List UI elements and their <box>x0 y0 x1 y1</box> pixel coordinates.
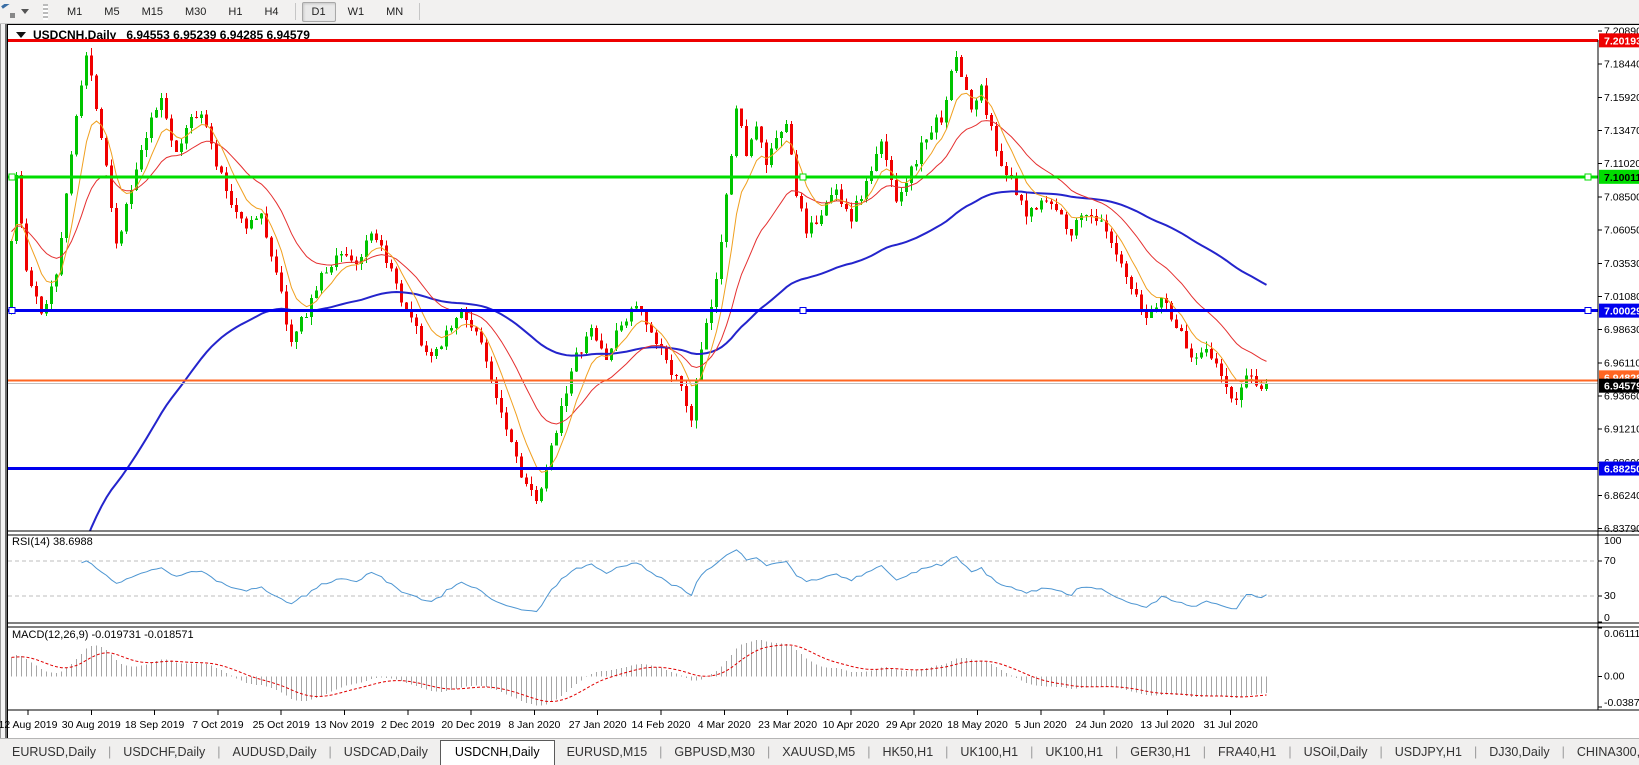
tab-usdjpy-h1[interactable]: USDJPY,H1 <box>1383 741 1474 765</box>
rsi-indicator-label: RSI(14) 38.6988 <box>12 536 93 548</box>
date-label: 5 Jun 2020 <box>1015 719 1067 731</box>
date-label: 2 Dec 2019 <box>381 719 435 731</box>
date-label: 13 Jul 2020 <box>1140 719 1194 731</box>
date-label: 31 Jul 2020 <box>1204 719 1258 731</box>
rsi-line <box>81 549 1267 613</box>
price-tick-label: 6.83790 <box>1604 523 1639 535</box>
price-tick-label: 6.96110 <box>1604 358 1639 370</box>
price-axis[interactable]: 7.208907.184407.159207.134707.110207.085… <box>1598 26 1639 535</box>
macd-signal-line <box>11 644 1267 702</box>
level-handle[interactable] <box>799 307 807 315</box>
price-tick-label: 7.01080 <box>1604 291 1639 303</box>
macd-panel[interactable]: 0.061119 0.00 -0.038777 <box>11 627 1639 709</box>
date-label: 7 Oct 2019 <box>192 719 244 731</box>
level-handle[interactable] <box>1584 173 1592 181</box>
date-label: 20 Dec 2019 <box>441 719 501 731</box>
svg-text:6.94579: 6.94579 <box>1604 381 1639 393</box>
date-label: 4 Mar 2020 <box>698 719 751 731</box>
date-label: 25 Oct 2019 <box>253 719 310 731</box>
tab-usdcad-daily[interactable]: USDCAD,Daily <box>332 741 440 765</box>
tab-audusd-daily[interactable]: AUDUSD,Daily <box>221 741 329 765</box>
rsi-tick-label: 0 <box>1604 612 1610 624</box>
tab-eurusd-m15[interactable]: EURUSD,M15 <box>555 741 660 765</box>
rsi-panel[interactable]: 100 70 30 0 <box>8 534 1622 624</box>
tab-dj30-daily[interactable]: DJ30,Daily <box>1477 741 1561 765</box>
price-tick-label: 6.98630 <box>1604 324 1639 336</box>
level-handle[interactable] <box>8 173 16 181</box>
svg-text:6.88250: 6.88250 <box>1604 464 1639 476</box>
price-tick-label: 7.13470 <box>1604 125 1639 137</box>
date-label: 29 Apr 2020 <box>886 719 943 731</box>
tab-uk100-h1[interactable]: UK100,H1 <box>1033 741 1115 765</box>
chart-tab-bar: EURUSD,Daily | USDCHF,Daily | AUDUSD,Daily | U… <box>0 738 1639 765</box>
rsi-tick-label: 100 <box>1604 535 1622 547</box>
price-tick-label: 7.11020 <box>1604 158 1639 170</box>
macd-tick-label: 0.00 <box>1604 670 1625 682</box>
tab-usdcnh-daily[interactable]: USDCNH,Daily <box>439 740 555 765</box>
svg-text:7.00029: 7.00029 <box>1604 306 1639 318</box>
level-handle[interactable] <box>1584 307 1592 315</box>
svg-text:7.10011: 7.10011 <box>1604 172 1639 184</box>
price-tick-label: 7.15920 <box>1604 92 1639 104</box>
rsi-tick-label: 30 <box>1604 590 1616 602</box>
date-label: 24 Jun 2020 <box>1075 719 1133 731</box>
date-label: 30 Aug 2019 <box>62 719 121 731</box>
tab-fra40-h1[interactable]: FRA40,H1 <box>1206 741 1288 765</box>
date-label: 18 May 2020 <box>947 719 1008 731</box>
date-label: 12 Aug 2019 <box>0 719 58 731</box>
date-label: 18 Sep 2019 <box>125 719 185 731</box>
panel-borders <box>8 40 1639 711</box>
tab-eurusd-daily[interactable]: EURUSD,Daily <box>0 741 108 765</box>
date-label: 27 Jan 2020 <box>569 719 627 731</box>
macd-indicator-label: MACD(12,26,9) -0.019731 -0.018571 <box>12 629 194 641</box>
price-tick-label: 6.91210 <box>1604 423 1639 435</box>
moving-average-lines <box>11 92 1267 531</box>
trading-terminal: { "toolbar": { "tool_icon": "line-drawin… <box>0 0 1639 765</box>
tab-ger30-h1[interactable]: GER30,H1 <box>1118 741 1202 765</box>
date-axis[interactable]: 12 Aug 2019 30 Aug 2019 18 Sep 2019 7 Oct 2… <box>0 710 1258 731</box>
rsi-tick-label: 70 <box>1604 555 1616 567</box>
price-tick-label: 7.06050 <box>1604 224 1639 236</box>
price-tick-label: 6.86240 <box>1604 490 1639 502</box>
level-handle[interactable] <box>799 173 807 181</box>
price-level-lines[interactable] <box>8 38 1598 471</box>
date-label: 8 Jan 2020 <box>508 719 560 731</box>
chart-canvas[interactable]: 7.208907.184407.159207.134707.110207.085… <box>0 0 1639 765</box>
level-handle[interactable] <box>8 307 16 315</box>
svg-text:7.20193: 7.20193 <box>1604 35 1639 47</box>
tab-hk50-h1[interactable]: HK50,H1 <box>870 741 945 765</box>
tab-uk100-h1[interactable]: UK100,H1 <box>948 741 1030 765</box>
tab-gbpusd-m30[interactable]: GBPUSD,M30 <box>662 741 767 765</box>
tab-xauusd-m5[interactable]: XAUUSD,M5 <box>770 741 867 765</box>
macd-tick-label: 0.061119 <box>1604 628 1639 640</box>
tab-usdchf-daily[interactable]: USDCHF,Daily <box>111 741 217 765</box>
candlestick-series <box>10 47 1268 504</box>
date-label: 23 Mar 2020 <box>758 719 817 731</box>
date-label: 14 Feb 2020 <box>632 719 691 731</box>
macd-tick-label: -0.038777 <box>1604 697 1639 709</box>
date-label: 10 Apr 2020 <box>823 719 880 731</box>
price-tick-label: 7.03530 <box>1604 258 1639 270</box>
date-label: 13 Nov 2019 <box>315 719 375 731</box>
price-tick-label: 7.08500 <box>1604 192 1639 204</box>
price-tick-label: 7.18440 <box>1604 58 1639 70</box>
tab-china300-h4[interactable]: CHINA300,H4 <box>1565 741 1639 765</box>
tab-usoil-daily[interactable]: USOil,Daily <box>1292 741 1380 765</box>
